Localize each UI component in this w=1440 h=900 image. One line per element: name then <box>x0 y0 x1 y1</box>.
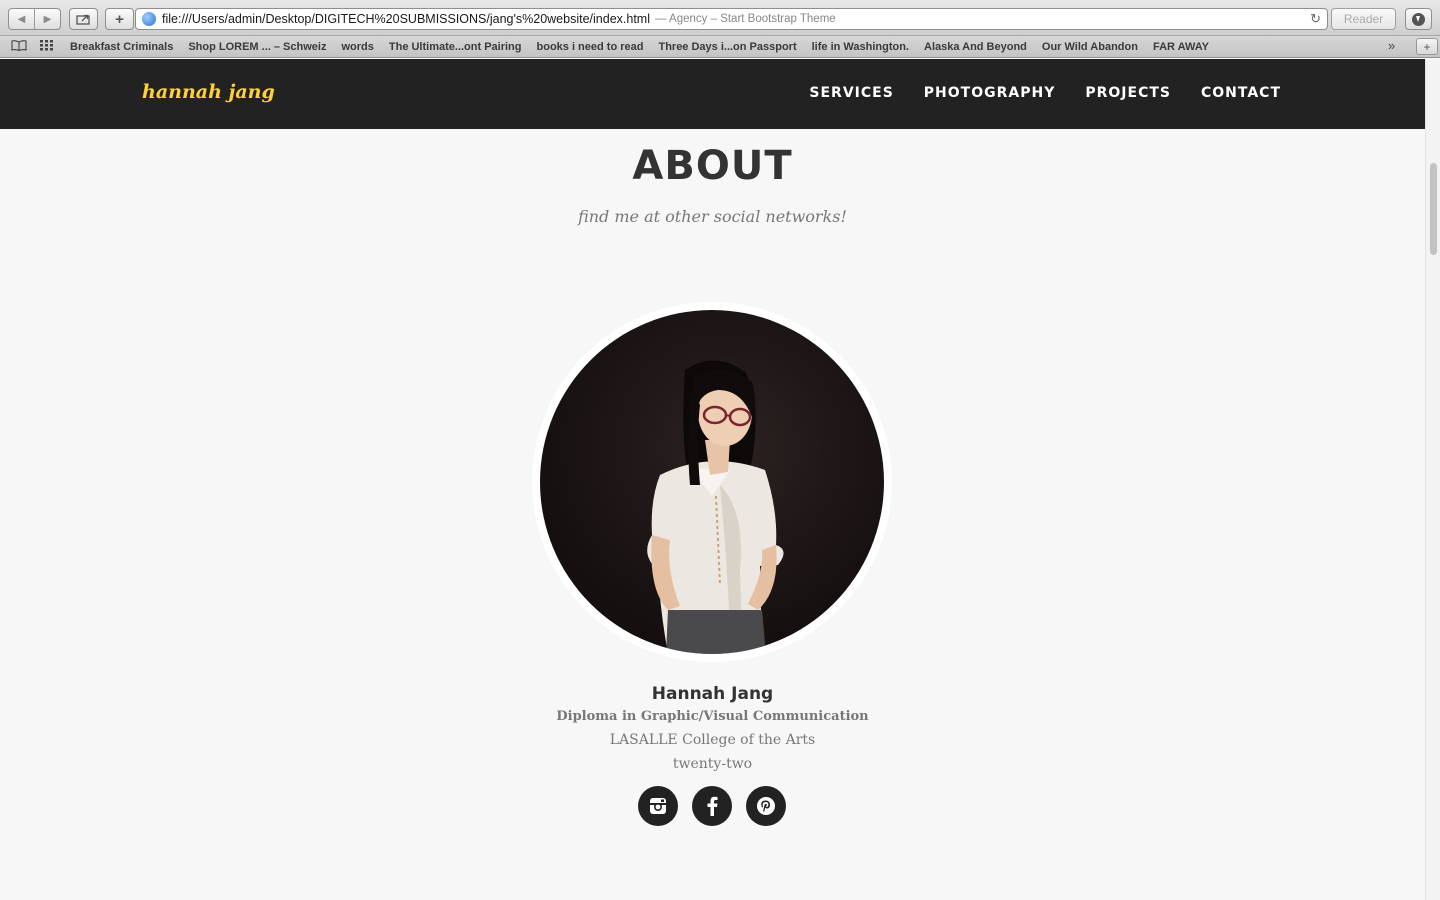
profile-photo <box>532 302 892 662</box>
page-scrollbar[interactable] <box>1425 59 1440 900</box>
reader-button[interactable]: Reader <box>1331 8 1396 30</box>
browser-toolbar: ◀ ▶ + file:///Users/admin/Desktop/DIGITE… <box>0 0 1440 36</box>
pinterest-icon <box>757 797 775 815</box>
top-sites-icon[interactable] <box>38 39 56 54</box>
back-button[interactable]: ◀ <box>9 9 34 29</box>
section-subheading: find me at other social networks! <box>578 207 847 226</box>
nav-services[interactable]: SERVICES <box>809 85 893 101</box>
profile-name: Hannah Jang <box>651 684 774 704</box>
reading-list-icon[interactable] <box>10 39 28 54</box>
bookmark-item[interactable]: The Ultimate...ont Pairing <box>389 41 522 53</box>
portrait-image <box>540 310 884 654</box>
page-title-text: — Agency – Start Bootstrap Theme <box>654 13 836 25</box>
profile-college: LASALLE College of the Arts <box>609 732 816 748</box>
instagram-icon <box>650 798 666 814</box>
share-button[interactable] <box>69 8 98 30</box>
bookmark-item[interactable]: Three Days i...on Passport <box>658 41 796 53</box>
nav-contact[interactable]: CONTACT <box>1201 85 1281 101</box>
more-bookmarks-icon[interactable]: » <box>1388 38 1395 53</box>
bookmark-item[interactable]: Shop LOREM ... – Schweiz <box>188 41 326 53</box>
bookmark-item[interactable]: life in Washington. <box>812 41 909 53</box>
address-bar[interactable]: file:///Users/admin/Desktop/DIGITECH%20S… <box>135 8 1328 30</box>
facebook-icon <box>707 796 718 816</box>
new-tab-button[interactable]: + <box>105 8 134 30</box>
scrollbar-thumb[interactable] <box>1430 163 1437 255</box>
bookmark-item[interactable]: books i need to read <box>537 41 644 53</box>
site-navbar: hannah jang SERVICES PHOTOGRAPHY PROJECT… <box>0 59 1425 129</box>
bookmarks-bar: Breakfast Criminals Shop LOREM ... – Sch… <box>0 36 1440 58</box>
bookmark-item[interactable]: Breakfast Criminals <box>70 41 173 53</box>
facebook-button[interactable] <box>692 786 732 826</box>
download-icon <box>1412 12 1425 26</box>
profile-degree: Diploma in Graphic/Visual Communication <box>556 709 869 724</box>
url-text: file:///Users/admin/Desktop/DIGITECH%20S… <box>162 12 650 26</box>
nav-projects[interactable]: PROJECTS <box>1085 85 1171 101</box>
pinterest-button[interactable] <box>746 786 786 826</box>
bookmark-item[interactable]: words <box>341 41 373 53</box>
bookmark-item[interactable]: Our Wild Abandon <box>1042 41 1138 53</box>
globe-icon <box>142 12 156 26</box>
profile-age: twenty-two <box>672 756 753 772</box>
bookmark-item[interactable]: FAR AWAY <box>1153 41 1209 53</box>
section-heading: ABOUT <box>632 143 793 189</box>
history-buttons: ◀ ▶ <box>8 8 61 30</box>
brand-logo[interactable]: hannah jang <box>142 81 275 103</box>
nav-photography[interactable]: PHOTOGRAPHY <box>924 85 1056 101</box>
main-nav: SERVICES PHOTOGRAPHY PROJECTS CONTACT <box>809 85 1281 101</box>
social-links <box>638 786 786 826</box>
instagram-button[interactable] <box>638 786 678 826</box>
reload-icon[interactable]: ↻ <box>1310 11 1321 27</box>
add-tab-button[interactable]: + <box>1416 38 1438 55</box>
plus-icon: + <box>115 10 124 28</box>
bookmark-list: Breakfast Criminals Shop LOREM ... – Sch… <box>70 41 1224 53</box>
bookmark-item[interactable]: Alaska And Beyond <box>924 41 1027 53</box>
share-icon <box>76 14 90 25</box>
downloads-button[interactable] <box>1405 8 1432 30</box>
forward-button[interactable]: ▶ <box>34 9 60 29</box>
